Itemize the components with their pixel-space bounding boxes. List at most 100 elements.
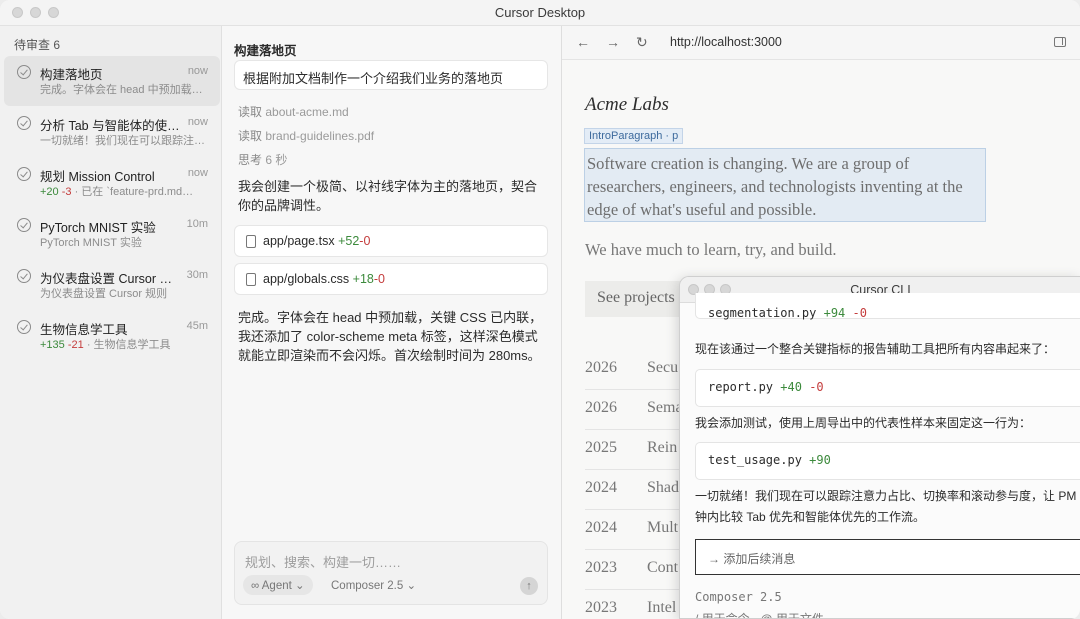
cli-message: 一切就绪！我们现在可以跟踪注意力占比、切换率和滚动参与度，让 PM [695,489,1077,503]
lines-added: +20 [40,186,59,198]
file-change-card[interactable]: app/globals.css +18-0 [234,263,548,295]
cli-hint: / 用于命令 · @ 用于文件 [695,612,824,619]
agent-time: now [187,116,208,128]
lines-added: +40 [780,380,802,394]
tool-verb: 思考 [238,153,263,167]
cli-message-continued: 钟内比较 Tab 优先和智能体优先的工作流。 [695,510,926,524]
file-name: test_usage.py [708,453,802,467]
project-name: Shad [647,479,679,496]
chat-title: 构建落地页 [234,44,297,58]
lines-removed: -0 [373,272,385,286]
check-circle-icon [17,65,31,79]
project-row[interactable]: 2024 Mult [585,519,685,537]
project-row[interactable]: 2026 Secu [585,359,685,377]
agent-summary-text: · 已在 `feature-prd.md… [74,186,194,198]
agent-time: now [187,65,208,77]
row-divider [585,389,685,390]
check-circle-icon [17,116,31,130]
agent-time: 10m [186,218,208,230]
tool-target: about-acme.md [265,105,349,119]
tool-call-read[interactable]: 读取 about-acme.md [238,103,349,120]
lines-removed: -0 [809,380,824,394]
cli-file-change[interactable]: test_usage.py +90 [695,442,1080,480]
agent-item[interactable]: PyTorch MNIST 实验 10m PyTorch MNIST 实验 [4,209,220,259]
lines-removed: -3 [61,186,72,198]
chat-composer[interactable]: 规划、搜索、构建一切…… ∞ Agent ⌄ Composer 2.5 ⌄ ↑ [234,541,548,605]
cli-file-change[interactable]: segmentation.py +94 -0 [695,293,1080,320]
mode-selector[interactable]: ∞ Agent ⌄ [243,575,313,595]
followup-placeholder: 添加后续消息 [723,552,796,566]
tool-call-read[interactable]: 读取 brand-guidelines.pdf [238,127,374,144]
project-year: 2024 [585,519,617,536]
project-name: Sema [647,399,683,416]
lines-removed: -0 [359,234,371,248]
model-selector[interactable]: Composer 2.5 ⌄ [323,575,424,595]
agent-time: now [187,167,208,179]
thinking-duration: 6 秒 [265,153,288,167]
chevron-down-icon: ⌄ [295,580,305,592]
agent-item[interactable]: 为仪表盘设置 Cursor … 30m 为仪表盘设置 Cursor 规则 [4,260,220,310]
project-name: Secu [647,359,679,376]
arrow-right-icon: → [708,552,720,566]
lines-added: +90 [809,453,831,467]
app-window: Cursor Desktop 待审查 6 构建落地页 now 完成。字体会在 h… [0,0,1080,619]
project-year: 2025 [585,439,617,456]
model-label: Composer 2.5 [331,580,404,592]
lines-added: +52 [338,234,360,248]
agent-time: 45m [186,320,208,332]
forward-arrow-icon[interactable]: → [606,34,620,50]
project-row[interactable]: 2026 Sema [585,399,685,417]
cli-file-change[interactable]: report.py +40 -0 [695,369,1080,407]
back-arrow-icon[interactable]: ← [576,34,590,50]
cli-message: 我会添加测试，使用上周导出中的代表性样本来固定这一行为： [695,416,1032,430]
send-button[interactable]: ↑ [520,577,538,595]
agent-item[interactable]: 生物信息学工具 45m +135 -21 · 生物信息学工具 [4,311,220,361]
lines-added: +18 [352,272,374,286]
cli-followup-input[interactable]: → 添加后续消息 [695,539,1080,575]
arrow-up-icon: ↑ [526,580,532,592]
agent-item[interactable]: 规划 Mission Control now +20 -3 · 已在 `feat… [4,158,220,208]
lines-removed: -21 [67,339,84,351]
file-change-card[interactable]: app/page.tsx +52-0 [234,225,548,257]
file-icon [246,273,256,286]
file-name: report.py [708,380,774,394]
composer-input[interactable]: 规划、搜索、构建一切…… [245,552,401,571]
assistant-message: 我会创建一个极简、以衬线字体为主的落地页，契合你的品牌调性。 [238,179,538,213]
project-row[interactable]: 2023 Cont [585,559,685,577]
sidebar-toggle-icon[interactable] [1054,37,1066,47]
file-change-summary: app/page.tsx +52-0 [263,234,370,248]
file-name: segmentation.py [708,306,817,320]
agent-summary: 为仪表盘设置 Cursor 规则 [40,288,168,300]
address-bar[interactable]: http://localhost:3000 [670,35,782,49]
project-year: 2024 [585,479,617,496]
project-row[interactable]: 2024 Shad [585,479,685,497]
agent-summary: 一切就绪！我们现在可以跟踪注… [40,135,205,147]
cli-message: 现在该通过一个整合关键指标的报告辅助工具把所有内容串起来了： [695,342,1056,356]
agent-time: 30m [186,269,208,281]
project-row[interactable]: 2023 Intel [585,599,685,617]
agent-item[interactable]: 分析 Tab 与智能体的使… now 一切就绪！我们现在可以跟踪注… [4,107,220,157]
reload-icon[interactable]: ↻ [636,34,648,51]
tool-verb: 读取 [238,105,263,119]
project-year: 2026 [585,359,617,376]
project-year: 2026 [585,399,617,416]
agent-item[interactable]: 构建落地页 now 完成。字体会在 head 中预加载… [4,56,220,106]
project-name: Rein [647,439,678,456]
row-divider [585,429,685,430]
file-name: app/globals.css [263,272,350,286]
agent-summary-text: · 生物信息学工具 [86,339,171,351]
intro-paragraph[interactable]: Software creation is changing. We are a … [584,148,986,222]
project-year: 2023 [585,599,617,616]
site-brand[interactable]: Acme Labs [585,94,669,116]
thinking-indicator[interactable]: 思考 6 秒 [238,151,287,168]
element-selection-label: IntroParagraph · p [584,128,684,144]
browser-toolbar: ← → ↻ http://localhost:3000 [562,26,1080,60]
cli-window: Cursor CLI segmentation.py +94 -0 现在该通过一… [679,276,1080,619]
check-circle-icon [17,269,31,283]
project-row[interactable]: 2025 Rein [585,439,685,457]
lines-added: +94 [823,306,846,320]
project-year: 2023 [585,559,617,576]
window-title: Cursor Desktop [494,5,586,20]
agent-summary: 完成。字体会在 head 中预加载… [40,84,203,96]
tagline: We have much to learn, try, and build. [585,240,837,259]
